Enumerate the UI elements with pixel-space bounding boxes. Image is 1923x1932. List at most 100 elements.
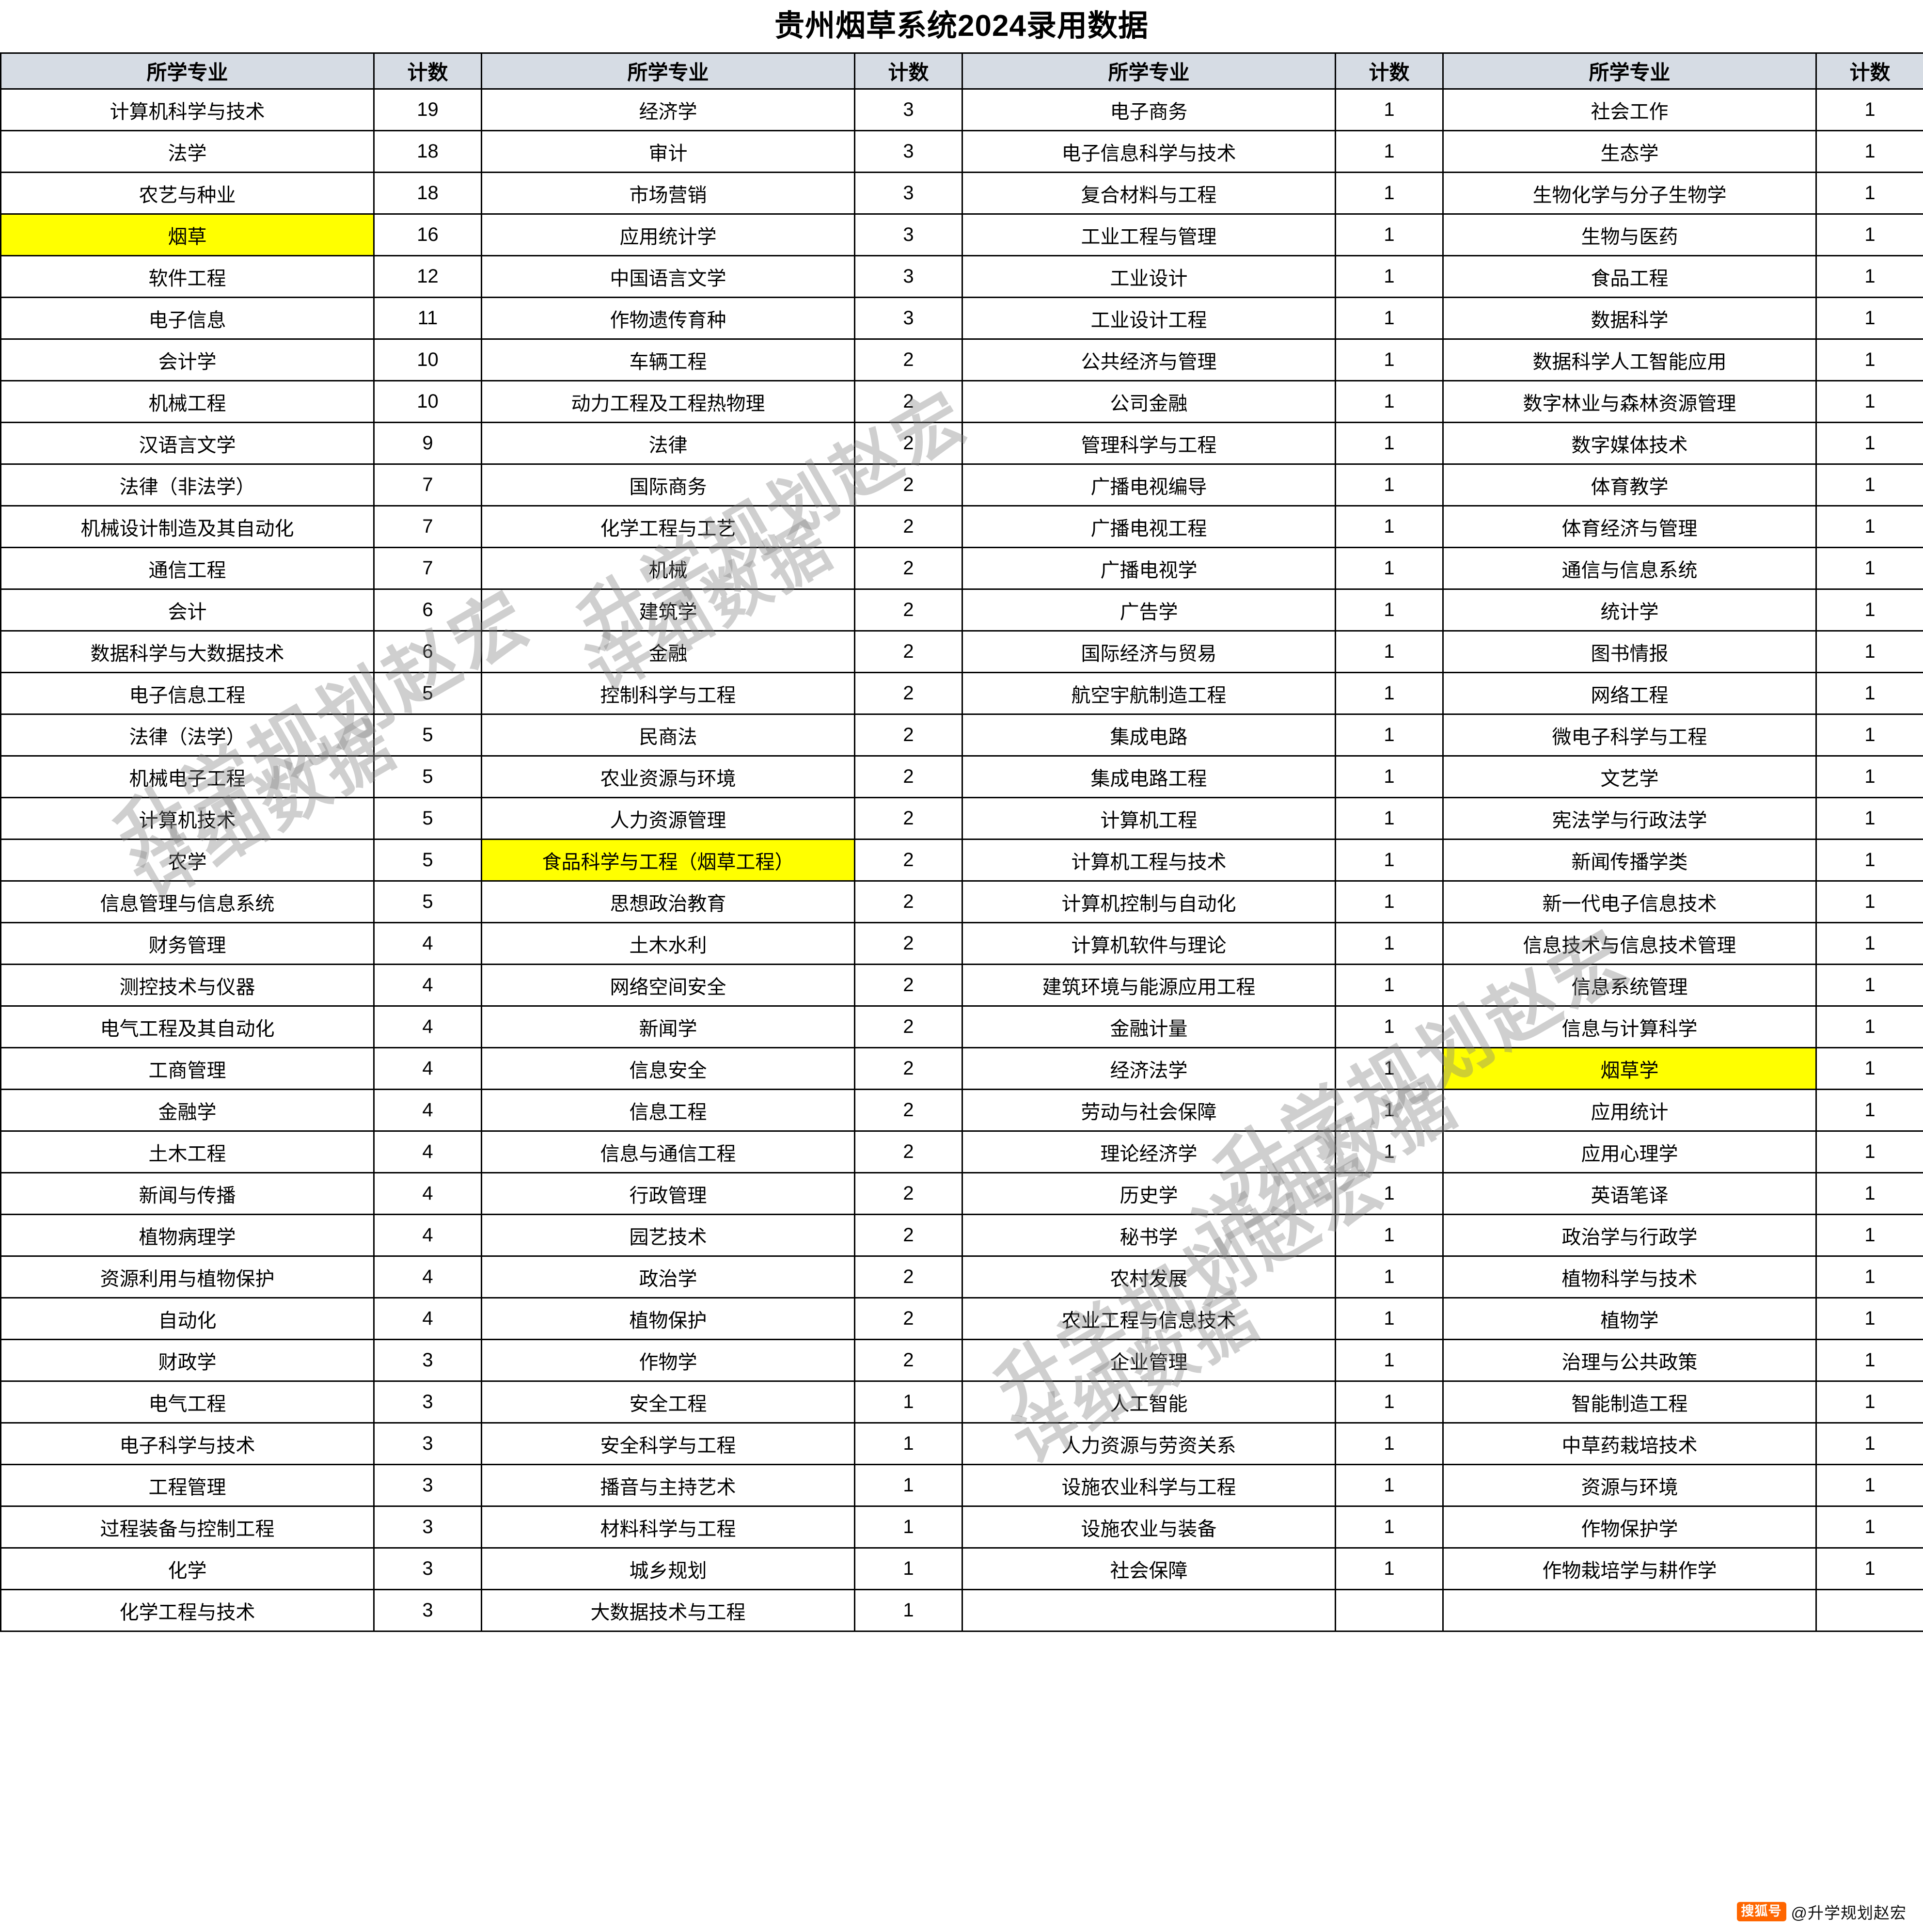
cell-count: 1 — [1335, 630, 1444, 673]
table-row: 资源利用与植物保护 4 政治学 2 农村发展 1 植物科学与技术 1 — [0, 1255, 1923, 1299]
cell-major: 企业管理 — [962, 1339, 1336, 1382]
cell-major: 广播电视学 — [962, 547, 1336, 590]
cell-major: 审计 — [481, 130, 855, 173]
table-row: 电子信息 11 作物遗传育种 3 工业设计工程 1 数据科学 1 — [0, 297, 1923, 340]
table-row: 金融学 4 信息工程 2 劳动与社会保障 1 应用统计 1 — [0, 1089, 1923, 1132]
cell-major: 植物学 — [1442, 1297, 1817, 1340]
cell-major: 金融计量 — [962, 1005, 1336, 1048]
cell-count: 5 — [373, 880, 482, 923]
table-row: 软件工程 12 中国语言文学 3 工业设计 1 食品工程 1 — [0, 255, 1923, 298]
table-row: 计算机技术 5 人力资源管理 2 计算机工程 1 宪法学与行政法学 1 — [0, 797, 1923, 840]
cell-count: 1 — [1335, 463, 1444, 507]
cell-major: 法律 — [481, 422, 855, 465]
cell-count: 1 — [1815, 1172, 1923, 1215]
cell-major: 作物遗传育种 — [481, 297, 855, 340]
cell-major: 经济学 — [481, 88, 855, 131]
cell-major: 土木水利 — [481, 922, 855, 965]
cell-major: 资源与环境 — [1442, 1464, 1817, 1507]
cell-count: 1 — [1335, 1047, 1444, 1090]
cell-major: 电子商务 — [962, 88, 1336, 131]
cell-major: 集成电路工程 — [962, 755, 1336, 798]
cell-major: 资源利用与植物保护 — [0, 1255, 375, 1299]
cell-count: 2 — [854, 964, 963, 1007]
cell-major: 政治学 — [481, 1255, 855, 1299]
cell-major: 设施农业科学与工程 — [962, 1464, 1336, 1507]
table-row: 电气工程 3 安全工程 1 人工智能 1 智能制造工程 1 — [0, 1380, 1923, 1424]
cell-count: 1 — [854, 1505, 963, 1549]
table-row: 计算机科学与技术 19 经济学 3 电子商务 1 社会工作 1 — [0, 88, 1923, 131]
cell-major: 中草药栽培技术 — [1442, 1422, 1817, 1465]
cell-major: 会计学 — [0, 338, 375, 381]
cell-major: 计算机技术 — [0, 797, 375, 840]
cell-major: 应用心理学 — [1442, 1130, 1817, 1173]
cell-count: 3 — [373, 1339, 482, 1382]
cell-major: 工程管理 — [0, 1464, 375, 1507]
cell-count: 4 — [373, 1297, 482, 1340]
cell-major: 农村发展 — [962, 1255, 1336, 1299]
cell-major: 植物保护 — [481, 1297, 855, 1340]
cell-major: 电子信息工程 — [0, 672, 375, 715]
cell-count: 2 — [854, 839, 963, 882]
cell-count: 1 — [1815, 755, 1923, 798]
cell-major: 集成电路 — [962, 713, 1336, 757]
cell-major: 国际商务 — [481, 463, 855, 507]
table-row: 机械设计制造及其自动化 7 化学工程与工艺 2 广播电视工程 1 体育经济与管理 1 — [0, 505, 1923, 548]
table-row: 化学 3 城乡规划 1 社会保障 1 作物栽培学与耕作学 1 — [0, 1547, 1923, 1590]
cell-count: 1 — [1335, 255, 1444, 298]
cell-count: 1 — [1815, 255, 1923, 298]
cell-count: 1 — [1335, 797, 1444, 840]
cell-count: 1 — [1815, 1339, 1923, 1382]
cell-major: 数据科学 — [1442, 297, 1817, 340]
cell-major: 植物科学与技术 — [1442, 1255, 1817, 1299]
cell-count: 1 — [1335, 88, 1444, 131]
cell-major: 生物化学与分子生物学 — [1442, 172, 1817, 215]
cell-major: 宪法学与行政法学 — [1442, 797, 1817, 840]
cell-major: 图书情报 — [1442, 630, 1817, 673]
cell-major: 城乡规划 — [481, 1547, 855, 1590]
cell-major-highlighted: 烟草学 — [1442, 1047, 1817, 1090]
cell-major: 植物病理学 — [0, 1214, 375, 1257]
cell-major: 社会保障 — [962, 1547, 1336, 1590]
cell-count: 1 — [1335, 1005, 1444, 1048]
cell-major: 信息与计算科学 — [1442, 1005, 1817, 1048]
cell-count: 1 — [1335, 880, 1444, 923]
cell-major — [962, 1589, 1336, 1632]
cell-count: 4 — [373, 1255, 482, 1299]
cell-count: 1 — [1335, 130, 1444, 173]
cell-major: 电子信息科学与技术 — [962, 130, 1336, 173]
cell-count: 1 — [1815, 213, 1923, 256]
cell-major: 信息系统管理 — [1442, 964, 1817, 1007]
cell-major: 法学 — [0, 130, 375, 173]
table-row: 农艺与种业 18 市场营销 3 复合材料与工程 1 生物化学与分子生物学 1 — [0, 172, 1923, 215]
cell-major: 园艺技术 — [481, 1214, 855, 1257]
cell-major: 生物与医药 — [1442, 213, 1817, 256]
cell-count: 19 — [373, 88, 482, 131]
cell-count: 1 — [1335, 1380, 1444, 1424]
table-header: 所学专业 计数 所学专业 计数 所学专业 计数 所学专业 计数 — [0, 52, 1923, 90]
cell-count: 1 — [1335, 422, 1444, 465]
cell-major: 农业工程与信息技术 — [962, 1297, 1336, 1340]
table-row: 化学工程与技术 3 大数据技术与工程 1 — [0, 1589, 1923, 1632]
cell-major: 设施农业与装备 — [962, 1505, 1336, 1549]
cell-count: 6 — [373, 630, 482, 673]
cell-major: 化学工程与技术 — [0, 1589, 375, 1632]
cell-count: 1 — [854, 1380, 963, 1424]
cell-major: 电气工程 — [0, 1380, 375, 1424]
cell-major: 治理与公共政策 — [1442, 1339, 1817, 1382]
cell-major: 信息与通信工程 — [481, 1130, 855, 1173]
cell-major: 人力资源管理 — [481, 797, 855, 840]
cell-count: 2 — [854, 1089, 963, 1132]
cell-count: 3 — [373, 1589, 482, 1632]
cell-major: 化学工程与工艺 — [481, 505, 855, 548]
cell-count: 1 — [1815, 1505, 1923, 1549]
cell-count: 7 — [373, 505, 482, 548]
cell-count: 2 — [854, 1255, 963, 1299]
cell-count: 2 — [854, 755, 963, 798]
cell-major: 理论经济学 — [962, 1130, 1336, 1173]
cell-count: 5 — [373, 839, 482, 882]
cell-count: 12 — [373, 255, 482, 298]
cell-count: 16 — [373, 213, 482, 256]
cell-major: 经济法学 — [962, 1047, 1336, 1090]
cell-count: 1 — [1815, 630, 1923, 673]
cell-count: 5 — [373, 797, 482, 840]
